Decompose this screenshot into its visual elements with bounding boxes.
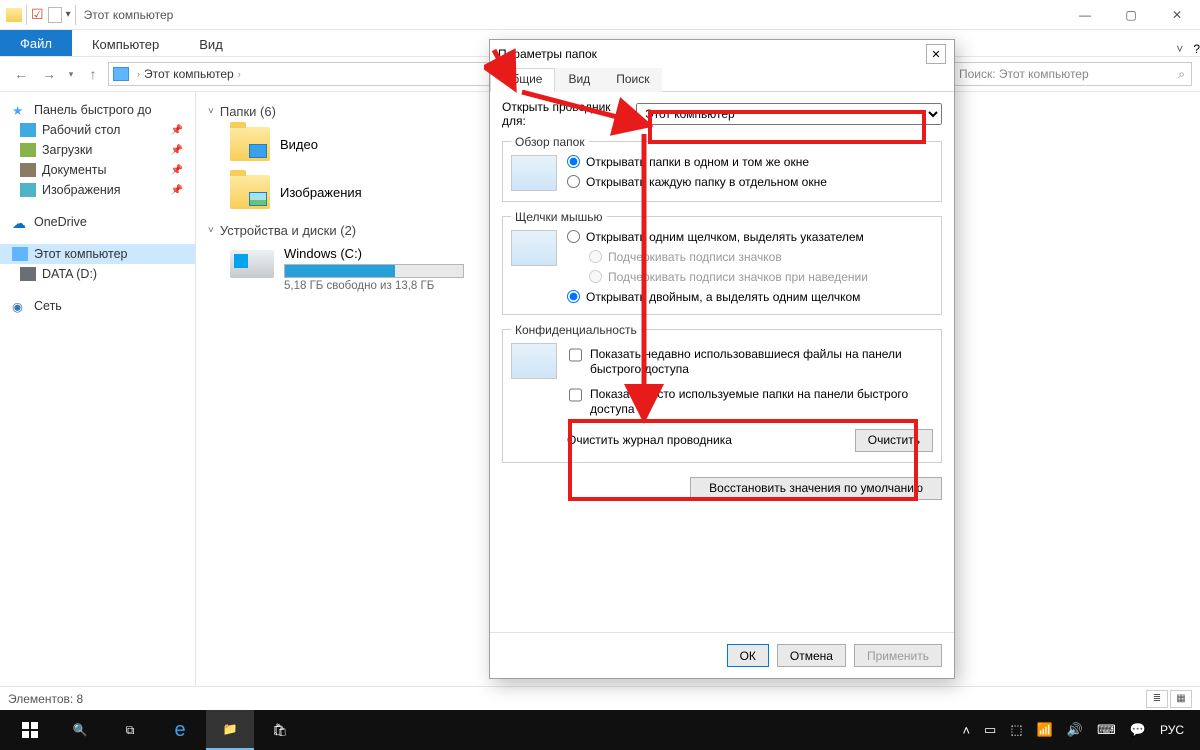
ribbon-expand-icon[interactable]: ˅	[1166, 42, 1193, 56]
sidebar-item-onedrive[interactable]: OneDrive	[0, 212, 195, 232]
sidebar-item-network[interactable]: Сеть	[0, 296, 195, 316]
sidebar-item-images[interactable]: Изображения📌	[0, 180, 195, 200]
edge-icon[interactable]: e	[156, 710, 204, 750]
window-titlebar: ☑ ▾ Этот компьютер — ▢ ✕	[0, 0, 1200, 30]
wifi-icon[interactable]: 📶	[1037, 722, 1053, 738]
click-thumb-icon	[511, 230, 557, 266]
radio-underline-hover: Подчеркивать подписи значков при наведен…	[589, 270, 933, 284]
maximize-button[interactable]: ▢	[1108, 0, 1154, 30]
ribbon-file[interactable]: Файл	[0, 30, 72, 56]
breadcrumb[interactable]: Этот компьютер	[144, 67, 234, 81]
tab-view[interactable]: Вид	[555, 68, 603, 92]
document-icon[interactable]	[48, 7, 62, 23]
view-details-icon[interactable]: ≣	[1146, 690, 1168, 708]
sidebar: Панель быстрого до Рабочий стол📌 Загрузк…	[0, 92, 196, 701]
status-item-count: Элементов: 8	[8, 692, 83, 706]
minimize-button[interactable]: —	[1062, 0, 1108, 30]
explorer-icon[interactable]: 📁	[206, 710, 254, 750]
status-bar: Элементов: 8 ≣ ▦	[0, 686, 1200, 710]
radio-double-click[interactable]: Открывать двойным, а выделять одним щелч…	[567, 290, 933, 304]
volume-icon[interactable]: 🔊	[1067, 722, 1083, 738]
radio-underline-icon: Подчеркивать подписи значков	[589, 250, 933, 264]
apply-button[interactable]: Применить	[854, 644, 942, 667]
radio-single-click[interactable]: Открывать одним щелчком, выделять указат…	[567, 230, 933, 244]
pc-icon	[113, 67, 129, 81]
pin-icon: 📌	[171, 145, 183, 156]
tray-chevron-icon[interactable]: ˄	[962, 723, 970, 738]
search-input[interactable]: Поиск: Этот компьютер ⌕	[952, 62, 1192, 86]
pin-icon: 📌	[171, 125, 183, 136]
qat-divider	[26, 5, 27, 25]
dialog-close-button[interactable]: ✕	[926, 44, 946, 64]
search-icon[interactable]: 🔍	[56, 710, 104, 750]
ribbon-computer[interactable]: Компьютер	[72, 33, 179, 56]
store-icon[interactable]: 🛍	[256, 710, 304, 750]
tab-general[interactable]: Общие	[490, 68, 555, 92]
restore-defaults-button[interactable]: Восстановить значения по умолчанию	[690, 477, 942, 500]
sidebar-item-data-d[interactable]: DATA (D:)	[0, 264, 195, 284]
check-icon[interactable]: ☑	[31, 6, 44, 23]
browse-thumb-icon	[511, 155, 557, 191]
check-frequent-folders[interactable]: Показать часто используемые папки на пан…	[569, 387, 931, 417]
qat-divider	[75, 5, 76, 25]
sidebar-item-documents[interactable]: Документы📌	[0, 160, 195, 180]
forward-button[interactable]: →	[36, 61, 62, 87]
search-icon: ⌕	[1178, 67, 1185, 82]
help-icon[interactable]: ?	[1193, 42, 1200, 56]
pin-icon: 📌	[171, 165, 183, 176]
folder-video[interactable]: Видео	[230, 127, 318, 161]
sidebar-item-this-pc[interactable]: Этот компьютер	[0, 244, 195, 264]
sidebar-item-downloads[interactable]: Загрузки📌	[0, 140, 195, 160]
clear-history-label: Очистить журнал проводника	[567, 433, 847, 447]
network-icon[interactable]: ⬚	[1010, 722, 1022, 738]
sidebar-item-desktop[interactable]: Рабочий стол📌	[0, 120, 195, 140]
taskbar: 🔍 ⧉ e 📁 🛍 ˄ ▭ ⬚ 📶 🔊 ⌨ 💬 РУС	[0, 710, 1200, 750]
cancel-button[interactable]: Отмена	[777, 644, 846, 667]
privacy-thumb-icon	[511, 343, 557, 379]
chevron-down-icon[interactable]: ▾	[66, 9, 71, 20]
action-center-icon[interactable]: 💬	[1130, 722, 1146, 738]
open-explorer-label: Открыть проводник для:	[502, 100, 630, 129]
drive-usage-bar	[285, 265, 395, 277]
ok-button[interactable]: ОК	[727, 644, 769, 667]
start-button[interactable]	[6, 710, 54, 750]
clear-button[interactable]: Очистить	[855, 429, 933, 452]
window-title: Этот компьютер	[84, 8, 174, 22]
back-button[interactable]: ←	[8, 61, 34, 87]
check-recent-files[interactable]: Показать недавно использовавшиеся файлы …	[569, 347, 931, 377]
history-dropdown-icon[interactable]: ▾	[64, 61, 78, 87]
up-button[interactable]: ↑	[80, 61, 106, 87]
taskview-icon[interactable]: ⧉	[106, 710, 154, 750]
keyboard-icon[interactable]: ⌨	[1097, 722, 1116, 738]
sidebar-item-quick-access[interactable]: Панель быстрого до	[0, 100, 195, 120]
search-placeholder: Поиск: Этот компьютер	[959, 67, 1089, 81]
folder-pictures[interactable]: Изображения	[230, 175, 362, 209]
tab-search[interactable]: Поиск	[603, 68, 662, 92]
battery-icon[interactable]: ▭	[984, 722, 996, 738]
pin-icon: 📌	[171, 185, 183, 196]
group-privacy: Конфиденциальность Показать недавно испо…	[502, 323, 942, 463]
group-click-items: Щелчки мышью Открывать одним щелчком, вы…	[502, 210, 942, 315]
dialog-title: Параметры папок	[498, 47, 597, 61]
radio-same-window[interactable]: Открывать папки в одном и том же окне	[567, 155, 933, 169]
ribbon-view[interactable]: Вид	[179, 33, 243, 56]
folder-icon	[6, 8, 22, 22]
group-browse-folders: Обзор папок Открывать папки в одном и то…	[502, 135, 942, 202]
open-explorer-select[interactable]: Этот компьютер	[636, 103, 942, 125]
tray-language[interactable]: РУС	[1160, 723, 1184, 737]
folder-options-dialog: Параметры папок ✕ Общие Вид Поиск Открыт…	[489, 39, 955, 679]
view-large-icon[interactable]: ▦	[1170, 690, 1192, 708]
radio-new-window[interactable]: Открывать каждую папку в отдельном окне	[567, 175, 933, 189]
close-button[interactable]: ✕	[1154, 0, 1200, 30]
